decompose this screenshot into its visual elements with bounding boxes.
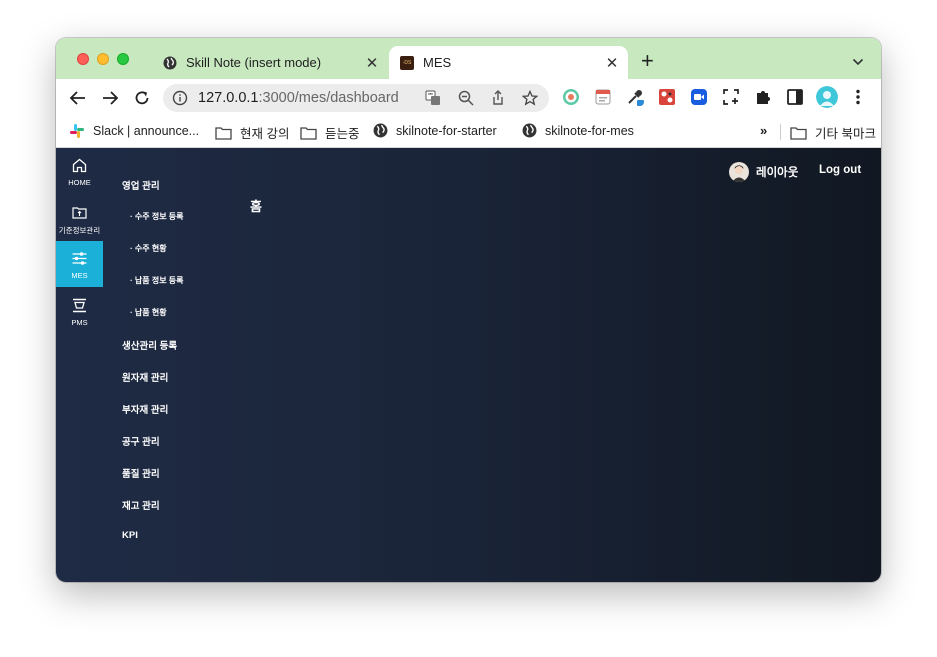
new-tab-button[interactable]: +	[641, 50, 654, 72]
browser-window: Skill Note (insert mode) ✕ -DS MES ✕ + 1…	[56, 38, 881, 582]
rail-item-pms[interactable]: PMS	[56, 288, 103, 334]
bookmark-label: 현재 강의	[240, 127, 290, 141]
submenu-item-order-status[interactable]: · 수주 현황	[130, 243, 167, 254]
eyedropper-extension-icon[interactable]	[626, 88, 644, 106]
avatar[interactable]	[729, 162, 749, 182]
bookmark-label: 기타 북마크	[815, 127, 876, 141]
menu-item-raw-materials[interactable]: 원자재 관리	[122, 370, 168, 384]
rail-label: MES	[71, 271, 88, 280]
submenu-item-order-register[interactable]: · 수주 정보 등록	[130, 211, 184, 222]
close-window-button[interactable]	[77, 53, 89, 65]
zoom-out-icon[interactable]	[458, 90, 474, 106]
user-avatar-icon	[732, 165, 746, 182]
arrow-left-icon	[69, 91, 85, 105]
bookmark-folder-current-lecture[interactable]: 현재 강의	[215, 123, 289, 142]
bookmark-skilnote-for-mes[interactable]: skilnote-for-mes	[522, 123, 634, 138]
tab-mes[interactable]: -DS MES ✕	[389, 46, 628, 79]
reload-button[interactable]	[130, 86, 154, 110]
grid-extension-icon[interactable]	[658, 88, 676, 106]
globe-icon	[373, 123, 388, 138]
rail-item-home[interactable]: HOME	[56, 148, 103, 194]
submenu-item-delivery-status[interactable]: · 납품 현황	[130, 307, 167, 318]
bookmark-star-icon[interactable]	[522, 90, 538, 106]
minimize-window-button[interactable]	[97, 53, 109, 65]
bookmark-skilnote-for-starter[interactable]: skilnote-for-starter	[373, 123, 497, 138]
menu-item-sub-materials[interactable]: 부자재 관리	[122, 402, 168, 416]
chevron-double-right-icon: »	[760, 123, 768, 138]
close-tab-icon[interactable]: ✕	[362, 54, 382, 72]
bookmark-label: 듣는중	[325, 127, 360, 141]
puzzle-extensions-icon[interactable]	[754, 88, 772, 106]
pms-icon	[73, 298, 86, 313]
tab-skill-note[interactable]: Skill Note (insert mode) ✕	[152, 46, 388, 79]
target-extension-icon[interactable]	[562, 88, 580, 106]
tab-title: MES	[423, 55, 452, 70]
globe-icon	[522, 123, 537, 138]
address-bar[interactable]: 127.0.0.1:3000/mes/dashboard	[163, 84, 549, 112]
info-icon[interactable]	[172, 90, 188, 106]
menu-item-quality[interactable]: 품질 관리	[122, 466, 160, 480]
video-extension-icon[interactable]	[690, 88, 708, 106]
bookmark-label: Slack | announce...	[93, 124, 200, 138]
menu-item-tools[interactable]: 공구 관리	[122, 434, 160, 448]
bookmarks-overflow-button[interactable]: »	[760, 123, 767, 138]
tab-title: Skill Note (insert mode)	[186, 55, 322, 70]
share-icon[interactable]	[490, 90, 506, 106]
logout-button[interactable]: Log out	[819, 164, 861, 176]
sidepanel-icon[interactable]	[786, 88, 804, 106]
rail-item-mes[interactable]: MES	[56, 241, 103, 287]
screenshot-extension-icon[interactable]	[722, 88, 740, 106]
sliders-icon	[72, 252, 87, 265]
browser-toolbar: 127.0.0.1:3000/mes/dashboard	[56, 79, 881, 116]
user-name[interactable]: 레이아웃	[756, 164, 798, 180]
slack-icon	[70, 124, 84, 138]
bookmark-folder-other[interactable]: 기타 북마크	[790, 123, 876, 142]
back-button[interactable]	[66, 86, 90, 110]
rail-item-master-data[interactable]: 기준정보관리	[56, 195, 103, 241]
submenu-item-delivery-register[interactable]: · 납품 정보 등록	[130, 275, 184, 286]
bookmark-slack[interactable]: Slack | announce...	[69, 123, 199, 139]
menu-item-production[interactable]: 생산관리 등록	[122, 338, 177, 352]
bookmark-label: skilnote-for-starter	[396, 123, 497, 138]
bookmarks-divider	[780, 124, 781, 140]
rail-label: HOME	[68, 178, 91, 187]
icon-rail: HOME 기준정보관리 MES PMS	[56, 148, 103, 582]
globe-icon	[163, 56, 177, 69]
menu-item-inventory[interactable]: 재고 관리	[122, 498, 160, 512]
tab-strip: Skill Note (insert mode) ✕ -DS MES ✕ +	[56, 38, 881, 79]
menu-item-sales[interactable]: 영업 관리	[122, 178, 160, 192]
profile-avatar-icon[interactable]	[816, 86, 838, 108]
folder-icon	[790, 126, 807, 140]
bookmark-label: skilnote-for-mes	[545, 123, 634, 138]
reload-icon	[135, 91, 149, 105]
rail-label: PMS	[71, 318, 88, 327]
home-icon	[72, 158, 87, 173]
more-vertical-icon[interactable]	[849, 88, 867, 106]
close-tab-icon[interactable]: ✕	[602, 54, 622, 72]
calendar-extension-icon[interactable]	[594, 88, 612, 106]
folder-icon	[300, 126, 317, 140]
arrow-right-icon	[103, 91, 119, 105]
translate-icon[interactable]	[425, 90, 441, 106]
menu-item-kpi[interactable]: KPI	[122, 530, 138, 541]
bookmarks-bar: Slack | announce... 현재 강의 듣는중 skilnote-f…	[56, 116, 881, 148]
zoom-window-button[interactable]	[117, 53, 129, 65]
mes-app: HOME 기준정보관리 MES PMS 영업 관리 · 수주 정보 등록 · 수…	[56, 148, 881, 582]
rail-label: 기준정보관리	[58, 226, 101, 235]
chevron-down-icon[interactable]	[852, 56, 864, 68]
page-title: 홈	[250, 199, 262, 214]
master-data-icon	[72, 207, 87, 219]
forward-button[interactable]	[98, 86, 122, 110]
bookmark-folder-listening[interactable]: 듣는중	[300, 123, 360, 142]
url-text: 127.0.0.1:3000/mes/dashboard	[198, 90, 399, 106]
folder-icon	[215, 126, 232, 140]
mes-logo-icon: -DS	[400, 55, 414, 70]
